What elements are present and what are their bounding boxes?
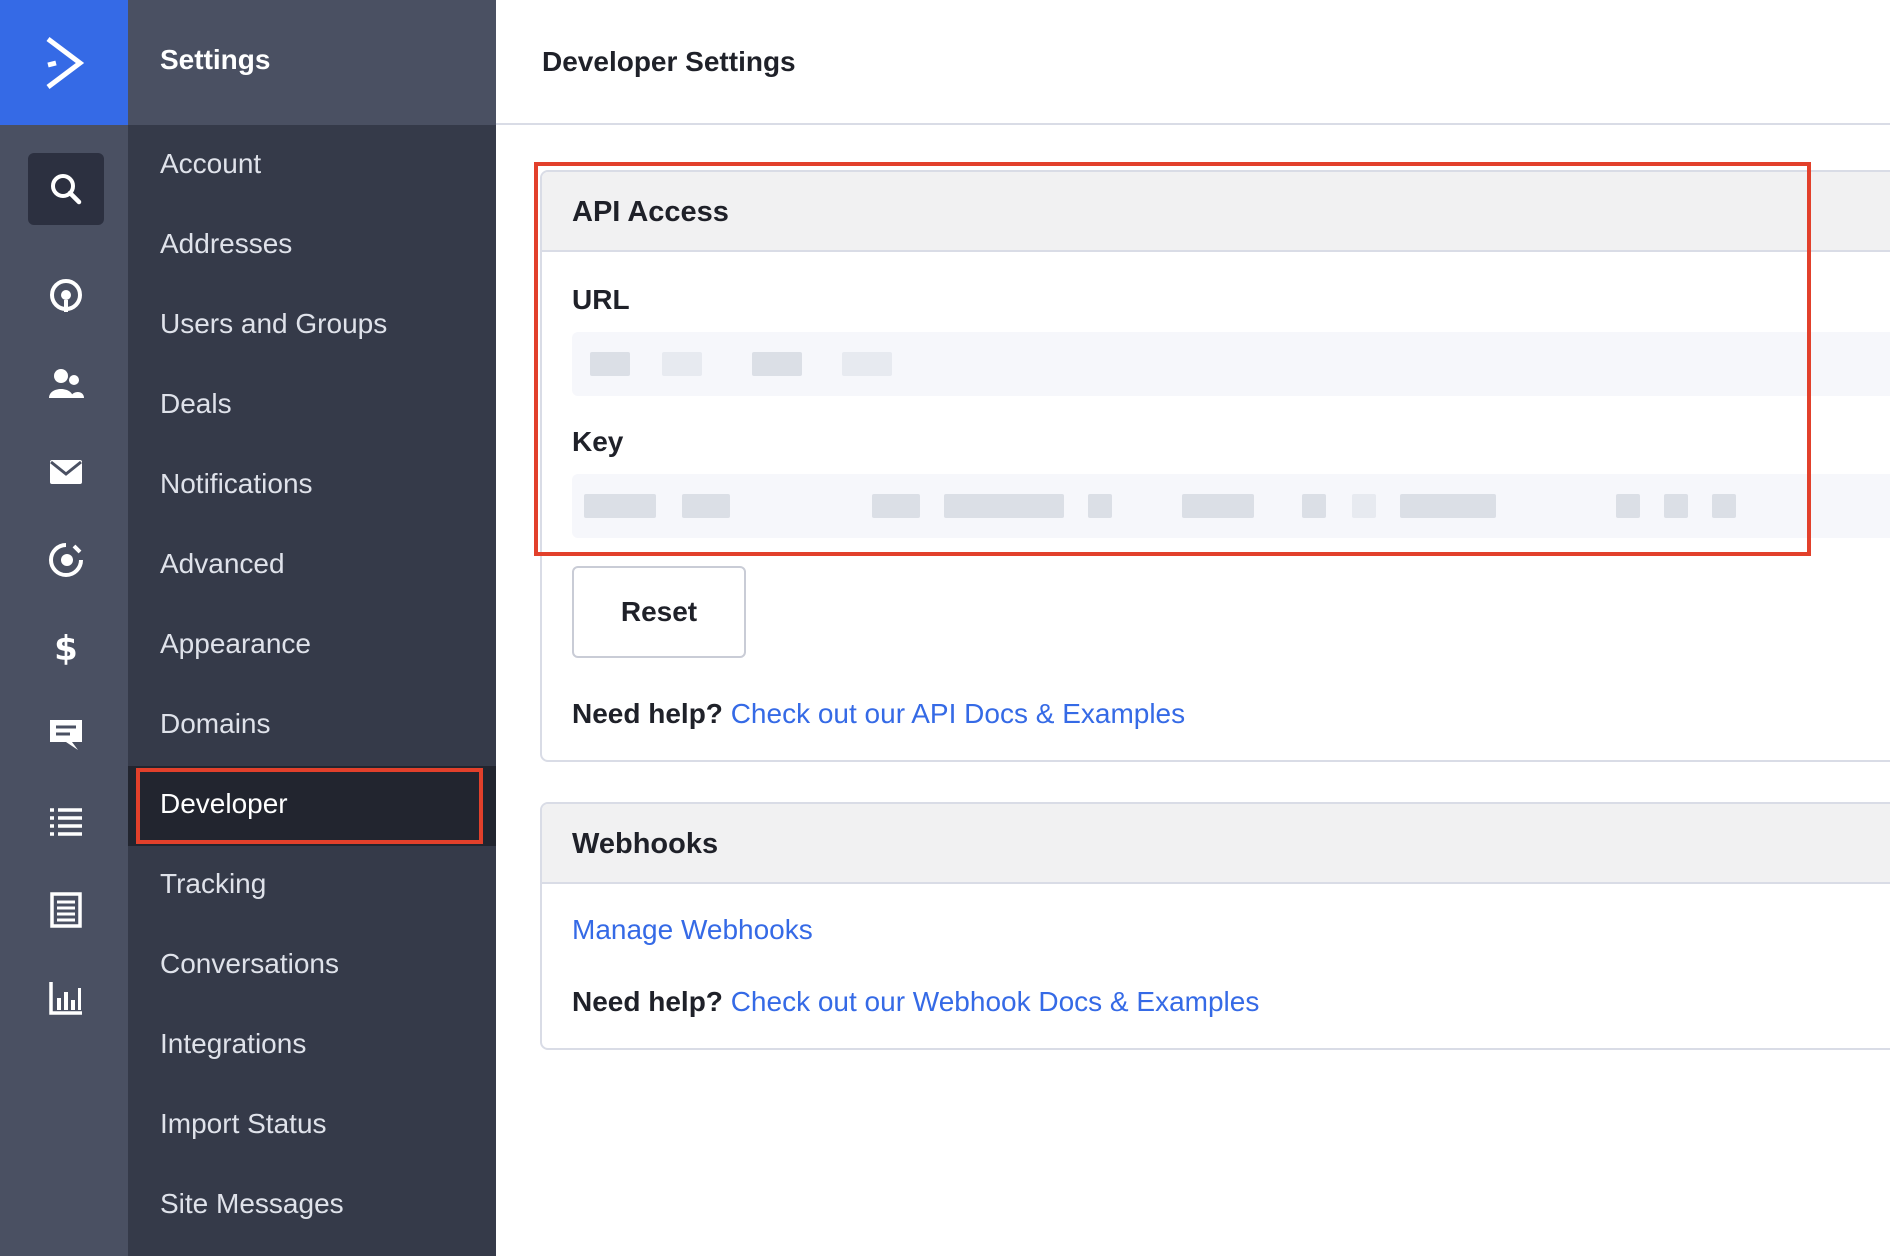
nav-item-label: Advanced — [160, 548, 285, 579]
api-access-card: API Access URL Key Reset Need help? Chec… — [540, 170, 1890, 762]
users-icon[interactable] — [28, 348, 104, 420]
webhook-help-prefix: Need help? — [572, 986, 723, 1017]
nav-item-site-messages[interactable]: Site Messages — [128, 1166, 496, 1246]
redacted-text — [1712, 494, 1736, 518]
nav-item-advanced[interactable]: Advanced — [128, 526, 496, 606]
redacted-text — [584, 494, 656, 518]
settings-nav-title: Settings — [160, 44, 271, 75]
nav-item-addresses[interactable]: Addresses — [128, 206, 496, 286]
page-title: Developer Settings — [542, 46, 796, 77]
app-logo[interactable] — [0, 0, 128, 125]
nav-item-deals[interactable]: Deals — [128, 366, 496, 446]
settings-nav: Settings Account Addresses Users and Gro… — [128, 0, 496, 1256]
key-label: Key — [572, 426, 624, 457]
nav-item-label: Conversations — [160, 948, 339, 979]
dollar-icon[interactable]: $ — [28, 612, 104, 684]
manage-webhooks-link[interactable]: Manage Webhooks — [572, 914, 813, 945]
nav-item-label: Site Messages — [160, 1188, 344, 1219]
manage-webhooks-line: Manage Webhooks — [572, 914, 813, 946]
automation-icon[interactable] — [28, 524, 104, 596]
nav-item-conversations[interactable]: Conversations — [128, 926, 496, 1006]
nav-item-label: Account — [160, 148, 262, 179]
webhooks-card: Webhooks Manage Webhooks Need help? Chec… — [540, 802, 1890, 1050]
nav-item-label: Domains — [160, 708, 271, 739]
nav-item-label: Users and Groups — [160, 308, 388, 339]
redacted-text — [1302, 494, 1326, 518]
nav-item-label: Appearance — [160, 628, 312, 659]
activecampaign-logo-icon — [46, 36, 85, 89]
contacts-target-icon[interactable] — [28, 260, 104, 332]
webhook-help-line: Need help? Check out our Webhook Docs & … — [572, 986, 1259, 1018]
redacted-text — [1088, 494, 1112, 518]
url-field[interactable] — [572, 332, 1890, 396]
webhook-docs-link[interactable]: Check out our Webhook Docs & Examples — [731, 986, 1260, 1017]
redacted-text — [944, 494, 1064, 518]
nav-item-integrations[interactable]: Integrations — [128, 1006, 496, 1086]
bar-chart-icon[interactable] — [28, 962, 104, 1034]
redacted-text — [1400, 494, 1496, 518]
nav-item-tracking[interactable]: Tracking — [128, 846, 496, 926]
api-help-prefix: Need help? — [572, 698, 723, 729]
redacted-text — [590, 352, 630, 376]
redacted-text — [1182, 494, 1254, 518]
redacted-text — [662, 352, 702, 376]
key-field[interactable] — [572, 474, 1890, 538]
nav-item-users-and-groups[interactable]: Users and Groups — [128, 286, 496, 366]
icon-rail: $ — [0, 0, 128, 1256]
nav-item-label: Addresses — [160, 228, 293, 259]
main-header: Developer Settings — [496, 0, 1890, 125]
api-docs-link[interactable]: Check out our API Docs & Examples — [731, 698, 1185, 729]
nav-item-appearance[interactable]: Appearance — [128, 606, 496, 686]
redacted-text — [872, 494, 920, 518]
nav-item-label: Notifications — [160, 468, 313, 499]
chat-icon[interactable] — [28, 698, 104, 770]
svg-text:$: $ — [54, 629, 78, 668]
api-access-header: API Access — [542, 172, 1890, 252]
redacted-text — [842, 352, 892, 376]
nav-item-label: Import Status — [160, 1108, 327, 1139]
redacted-text — [682, 494, 730, 518]
document-icon[interactable] — [28, 874, 104, 946]
url-label: URL — [572, 284, 630, 315]
redacted-text — [1616, 494, 1640, 518]
search-icon[interactable] — [28, 153, 104, 225]
api-access-heading: API Access — [572, 196, 729, 228]
api-help-line: Need help? Check out our API Docs & Exam… — [572, 698, 1185, 730]
nav-item-notifications[interactable]: Notifications — [128, 446, 496, 526]
nav-item-label: Developer — [160, 788, 288, 819]
webhooks-header: Webhooks — [542, 804, 1890, 884]
mail-icon[interactable] — [28, 436, 104, 508]
redacted-text — [752, 352, 802, 376]
nav-item-label: Integrations — [160, 1028, 307, 1059]
redacted-text — [1352, 494, 1376, 518]
nav-item-developer[interactable]: Developer — [128, 766, 496, 846]
reset-button[interactable]: Reset — [572, 566, 746, 658]
redacted-text — [1664, 494, 1688, 518]
nav-item-label: Deals — [160, 388, 232, 419]
nav-item-label: Tracking — [160, 868, 267, 899]
list-icon[interactable] — [28, 786, 104, 858]
settings-nav-header: Settings — [128, 0, 496, 125]
webhooks-heading: Webhooks — [572, 828, 719, 860]
nav-item-import-status[interactable]: Import Status — [128, 1086, 496, 1166]
nav-item-domains[interactable]: Domains — [128, 686, 496, 766]
nav-item-account[interactable]: Account — [128, 126, 496, 206]
